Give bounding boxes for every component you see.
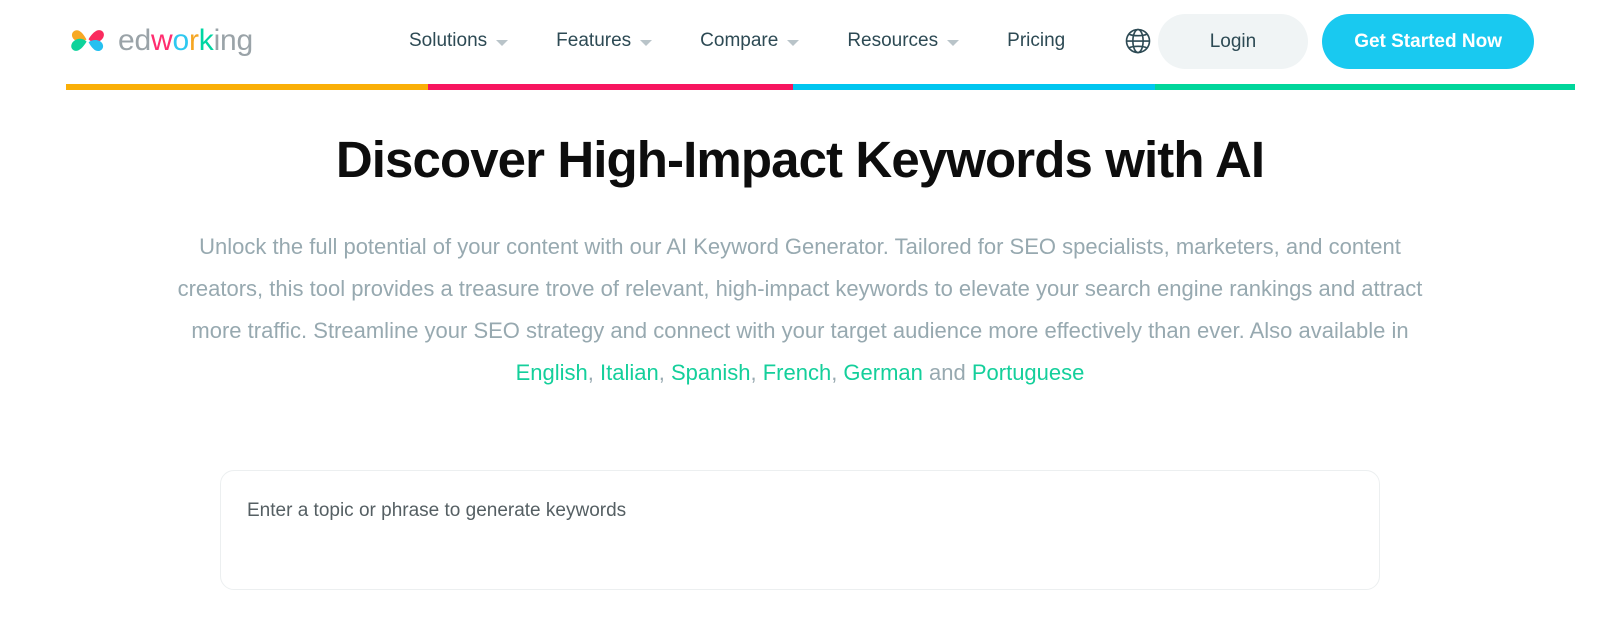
nav-item-features[interactable]: Features <box>532 22 676 60</box>
main-navigation: Solutions Features Compare Resources Pri… <box>385 22 1155 60</box>
language-link-english[interactable]: English <box>516 360 588 385</box>
language-link-french[interactable]: French <box>763 360 831 385</box>
accent-segment-cyan <box>793 84 1156 90</box>
accent-segment-green <box>1155 84 1575 90</box>
globe-icon[interactable] <box>1121 24 1155 58</box>
chevron-down-icon <box>640 40 653 46</box>
logo-text-w: w <box>150 24 173 57</box>
brand-name: edworking <box>118 26 253 56</box>
nav-item-pricing[interactable]: Pricing <box>983 22 1089 60</box>
accent-segment-pink <box>428 84 794 90</box>
logo-text-ed: ed <box>118 24 151 57</box>
keyword-input-card <box>220 470 1380 591</box>
language-link-portuguese[interactable]: Portuguese <box>972 360 1085 385</box>
nav-label-features: Features <box>556 30 632 51</box>
keyword-topic-input[interactable] <box>247 498 1323 578</box>
chevron-down-icon <box>496 40 509 46</box>
chevron-down-icon <box>947 40 960 46</box>
hero-description: Unlock the full potential of your conten… <box>165 226 1435 394</box>
lang-sep-1: , <box>587 360 600 386</box>
nav-item-resources[interactable]: Resources <box>823 22 983 60</box>
hero-description-text: Unlock the full potential of your conten… <box>177 234 1423 344</box>
accent-segment-orange <box>66 84 429 90</box>
lang-sep-4: , <box>831 360 844 386</box>
logo-text-k: k <box>198 24 214 57</box>
language-link-italian[interactable]: Italian <box>600 360 659 385</box>
nav-label-resources: Resources <box>847 30 939 51</box>
logo-text-o: o <box>172 24 189 57</box>
page-title: Discover High-Impact Keywords with AI <box>335 131 1265 188</box>
header-actions: Login Get Started Now <box>1157 13 1534 69</box>
language-link-german[interactable]: German <box>843 360 922 385</box>
logo-text-r: r <box>188 24 199 57</box>
nav-label-solutions: Solutions <box>409 30 488 51</box>
login-button[interactable]: Login <box>1157 13 1309 69</box>
site-header: edworking Solutions Features Compare Res… <box>0 0 1600 90</box>
hero-section: Discover High-Impact Keywords with AI Un… <box>0 82 1600 394</box>
nav-item-compare[interactable]: Compare <box>676 22 823 60</box>
nav-label-pricing: Pricing <box>1007 30 1066 51</box>
keyword-tool-section <box>0 470 1600 591</box>
lang-sep-2: , <box>658 360 671 386</box>
logo-text-ing: ing <box>213 24 254 57</box>
edworking-pinwheel-logo <box>66 21 110 61</box>
chevron-down-icon <box>787 40 800 46</box>
nav-item-solutions[interactable]: Solutions <box>385 22 532 60</box>
get-started-button[interactable]: Get Started Now <box>1322 13 1534 69</box>
lang-sep-and: and <box>922 360 972 386</box>
language-link-spanish[interactable]: Spanish <box>671 360 751 385</box>
lang-sep-3: , <box>750 360 763 386</box>
brand-logo[interactable]: edworking <box>66 21 253 61</box>
accent-progress-bar <box>66 84 1575 90</box>
nav-label-compare: Compare <box>700 30 779 51</box>
